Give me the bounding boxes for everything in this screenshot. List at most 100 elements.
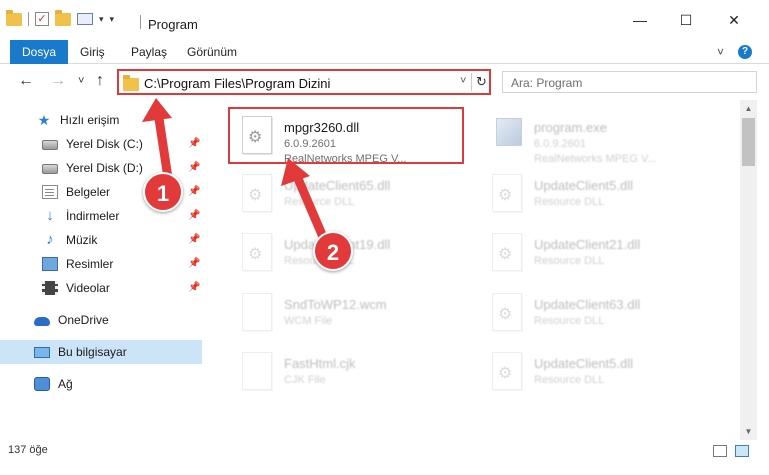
sidebar-item-label: Resimler	[66, 257, 114, 271]
dll-file-icon: ⚙	[492, 233, 522, 271]
quick-access-toolbar: ✓ ▾ ▾	[6, 9, 115, 26]
pin-icon[interactable]: 📌	[188, 210, 200, 221]
file-item[interactable]: ⚙ UpdateClient5.dll Resource DLL	[480, 166, 720, 222]
scroll-up-icon[interactable]: ▲	[740, 100, 757, 117]
file-item[interactable]: ⚙ UpdateClient21.dll Resource DLL	[480, 225, 720, 281]
dll-file-icon: ⚙	[492, 352, 522, 390]
file-name: UpdateClient63.dll	[534, 297, 641, 312]
chevron-down-icon[interactable]: ▾	[99, 14, 104, 25]
customize-toolbar-icon[interactable]	[77, 13, 93, 25]
sidebar-item-label: Ağ	[58, 377, 73, 391]
maximize-button[interactable]: ☐	[663, 0, 709, 40]
sidebar-item-label: Belgeler	[66, 185, 111, 199]
expand-ribbon-icon[interactable]: ˅	[717, 45, 724, 59]
file-name: SndToWP12.wcm	[284, 297, 387, 312]
pin-icon[interactable]: 📌	[188, 186, 200, 197]
gear-icon: ⚙	[498, 306, 513, 323]
pictures-icon	[42, 257, 58, 271]
gear-icon: ⚙	[248, 246, 263, 263]
file-description: WCM File	[284, 315, 333, 327]
minimize-button[interactable]: —	[617, 0, 663, 40]
address-path[interactable]: C:\Program Files\Program Dizini	[144, 76, 330, 91]
sidebar-item-disk-c[interactable]: Yerel Disk (C:) 📌	[0, 132, 202, 156]
sidebar-item-this-pc[interactable]: Bu bilgisayar	[0, 340, 202, 364]
refresh-icon[interactable]: ↻	[471, 73, 487, 91]
sidebar-item-network[interactable]: Ağ	[0, 372, 202, 396]
help-icon[interactable]: ?	[738, 45, 752, 59]
file-description: Resource DLL	[284, 196, 355, 208]
toolbar-divider	[28, 12, 29, 26]
sidebar-item-videos[interactable]: Videolar 📌	[0, 276, 202, 300]
tiles-view-icon[interactable]	[735, 445, 749, 457]
gear-icon: ⚙	[498, 246, 513, 263]
file-description: Resource DLL	[534, 196, 605, 208]
sidebar-item-quick-access[interactable]: ★ Hızlı erişim	[0, 108, 202, 132]
new-folder-icon[interactable]	[55, 9, 71, 26]
window-title: Program	[148, 17, 198, 32]
toolbar-menu-icon[interactable]: ▾	[110, 14, 115, 25]
file-name: UpdateClient5.dll	[534, 356, 634, 371]
scroll-down-icon[interactable]: ▼	[740, 423, 757, 440]
videos-icon	[42, 281, 58, 295]
sidebar-item-label: Videolar	[66, 281, 110, 295]
title-divider	[140, 15, 141, 29]
file-item-program-exe[interactable]: program.exe 6.0.9.2601 RealNetworks MPEG…	[480, 108, 720, 165]
file-name: UpdateClient21.dll	[534, 237, 641, 252]
file-item[interactable]: ⚙ UpdateClient5.dll Resource DLL	[480, 344, 720, 400]
folder-icon[interactable]	[6, 9, 22, 26]
chevron-down-icon[interactable]: ˅	[460, 75, 466, 87]
gear-icon: ⚙	[498, 187, 513, 204]
dll-file-icon: ⚙	[242, 233, 272, 271]
pin-icon[interactable]: 📌	[188, 258, 200, 269]
download-icon: ↓	[46, 207, 54, 224]
navigation-bar: ← → ˅ ↑ C:\Program Files\Program Dizini …	[0, 64, 769, 100]
dll-file-icon: ⚙	[492, 293, 522, 331]
star-icon: ★	[37, 112, 51, 128]
pin-icon[interactable]: 📌	[188, 234, 200, 245]
forward-arrow-icon[interactable]: →	[50, 72, 66, 90]
drive-icon	[42, 164, 58, 174]
file-description: Resource DLL	[534, 315, 605, 327]
pin-icon[interactable]: 📌	[188, 162, 200, 173]
tab-file[interactable]: Dosya	[10, 40, 69, 64]
search-input[interactable]: Ara: Program	[502, 71, 757, 93]
drive-icon	[42, 140, 58, 150]
recent-locations-icon[interactable]: ˅	[78, 75, 84, 87]
folder-icon	[123, 75, 139, 91]
file-item[interactable]: SndToWP12.wcm WCM File	[230, 285, 470, 341]
step-2-badge: 2	[313, 231, 353, 271]
address-bar[interactable]: C:\Program Files\Program Dizini ˅ ↻	[117, 69, 491, 95]
sidebar-item-pictures[interactable]: Resimler 📌	[0, 252, 202, 276]
file-icon	[242, 352, 272, 390]
file-item[interactable]: ⚙ UpdateClient63.dll Resource DLL	[480, 285, 720, 341]
sidebar-item-label: İndirmeler	[66, 209, 120, 223]
back-arrow-icon[interactable]: ←	[18, 72, 34, 90]
music-icon: ♪	[46, 231, 54, 248]
file-description: CJK File	[284, 374, 326, 386]
scroll-thumb[interactable]	[742, 118, 755, 166]
dll-file-icon: ⚙	[242, 174, 272, 212]
gear-icon: ⚙	[248, 187, 263, 204]
tab-share[interactable]: Paylaş	[119, 40, 179, 64]
file-name: UpdateClient5.dll	[534, 178, 634, 193]
file-name: program.exe	[534, 120, 607, 135]
up-arrow-icon[interactable]: ↑	[96, 72, 104, 90]
sidebar-item-label: OneDrive	[58, 313, 109, 327]
sidebar-item-label: Yerel Disk (C:)	[66, 137, 143, 151]
details-view-icon[interactable]	[713, 445, 727, 457]
vertical-scrollbar[interactable]: ▲ ▼	[740, 100, 757, 440]
properties-check-icon[interactable]: ✓	[35, 12, 49, 26]
file-item[interactable]: FastHtml.cjk CJK File	[230, 344, 470, 400]
file-item[interactable]: ⚙ UpdateClient65.dll Resource DLL	[230, 166, 470, 222]
step-1-badge: 1	[143, 172, 183, 212]
sidebar-item-onedrive[interactable]: OneDrive	[0, 308, 202, 332]
network-icon	[34, 377, 50, 391]
tab-view[interactable]: Görünüm	[175, 40, 249, 64]
status-bar: 137 öğe	[0, 440, 769, 475]
file-icon	[242, 293, 272, 331]
pin-icon[interactable]: 📌	[188, 282, 200, 293]
close-button[interactable]: ✕	[711, 0, 757, 40]
pin-icon[interactable]: 📌	[188, 138, 200, 149]
tab-home[interactable]: Giriş	[68, 40, 117, 64]
sidebar-item-music[interactable]: ♪ Müzik 📌	[0, 228, 202, 252]
